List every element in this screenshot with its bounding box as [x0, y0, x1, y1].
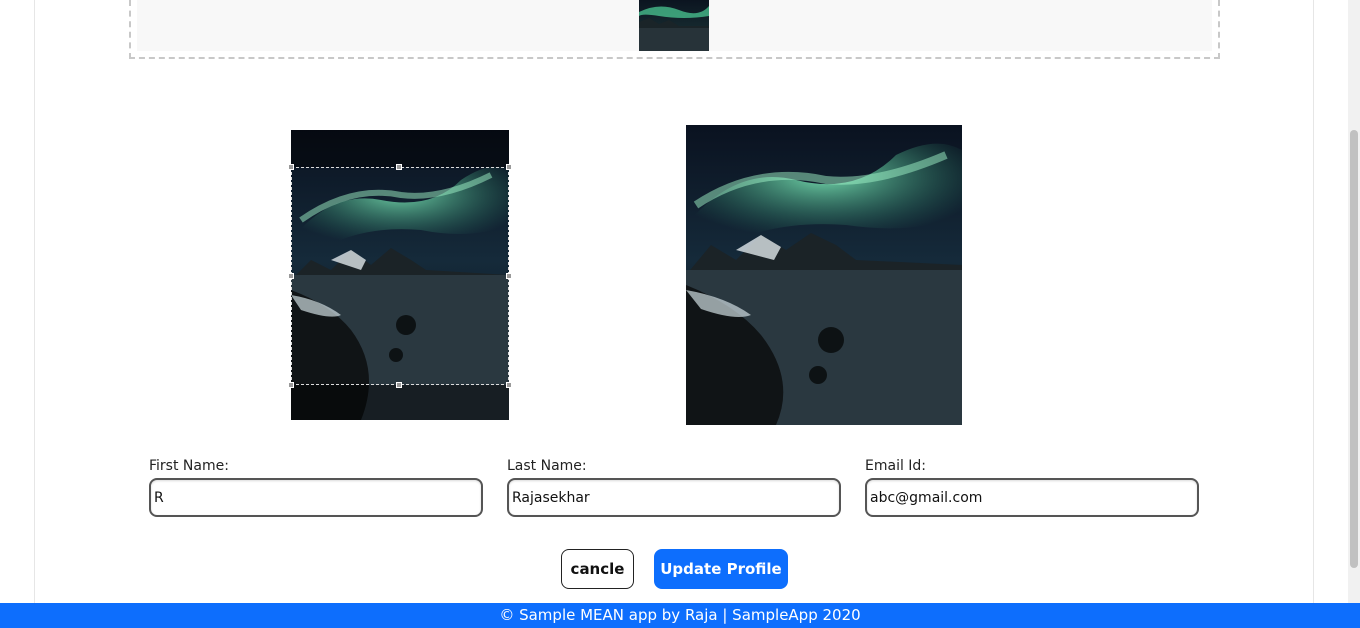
crop-handle-bottom-left[interactable]	[288, 382, 294, 388]
cancel-button[interactable]: cancle	[561, 549, 634, 589]
crop-handle-bottom[interactable]	[396, 382, 402, 388]
crop-handle-top[interactable]	[396, 164, 402, 170]
scrollbar-thumb[interactable]	[1350, 130, 1358, 568]
crop-overlay-bottom	[291, 385, 509, 420]
cropped-image-preview	[686, 125, 962, 425]
last-name-input[interactable]	[507, 478, 841, 517]
crop-selection-box[interactable]	[288, 164, 512, 388]
footer: © Sample MEAN app by Raja | SampleApp 20…	[0, 603, 1360, 628]
email-input[interactable]	[865, 478, 1199, 517]
crop-handle-top-left[interactable]	[288, 164, 294, 170]
email-label: Email Id:	[865, 458, 927, 474]
crop-handle-bottom-right[interactable]	[506, 382, 512, 388]
first-name-group: First Name:	[149, 458, 483, 517]
email-group: Email Id:	[865, 458, 1199, 517]
first-name-label: First Name:	[149, 458, 229, 474]
crop-handle-right[interactable]	[506, 273, 512, 279]
page-root: First Name: Last Name: Email Id: cancle …	[0, 0, 1360, 628]
crop-handle-left[interactable]	[288, 273, 294, 279]
last-name-label: Last Name:	[507, 458, 587, 474]
vertical-scrollbar[interactable]	[1348, 0, 1360, 603]
uploaded-image-thumbnail[interactable]	[639, 0, 709, 51]
crop-overlay-top	[291, 130, 509, 167]
last-name-group: Last Name:	[507, 458, 841, 517]
first-name-input[interactable]	[149, 478, 483, 517]
update-profile-button[interactable]: Update Profile	[654, 549, 788, 589]
crop-handle-top-right[interactable]	[506, 164, 512, 170]
image-cropper[interactable]	[288, 130, 512, 420]
